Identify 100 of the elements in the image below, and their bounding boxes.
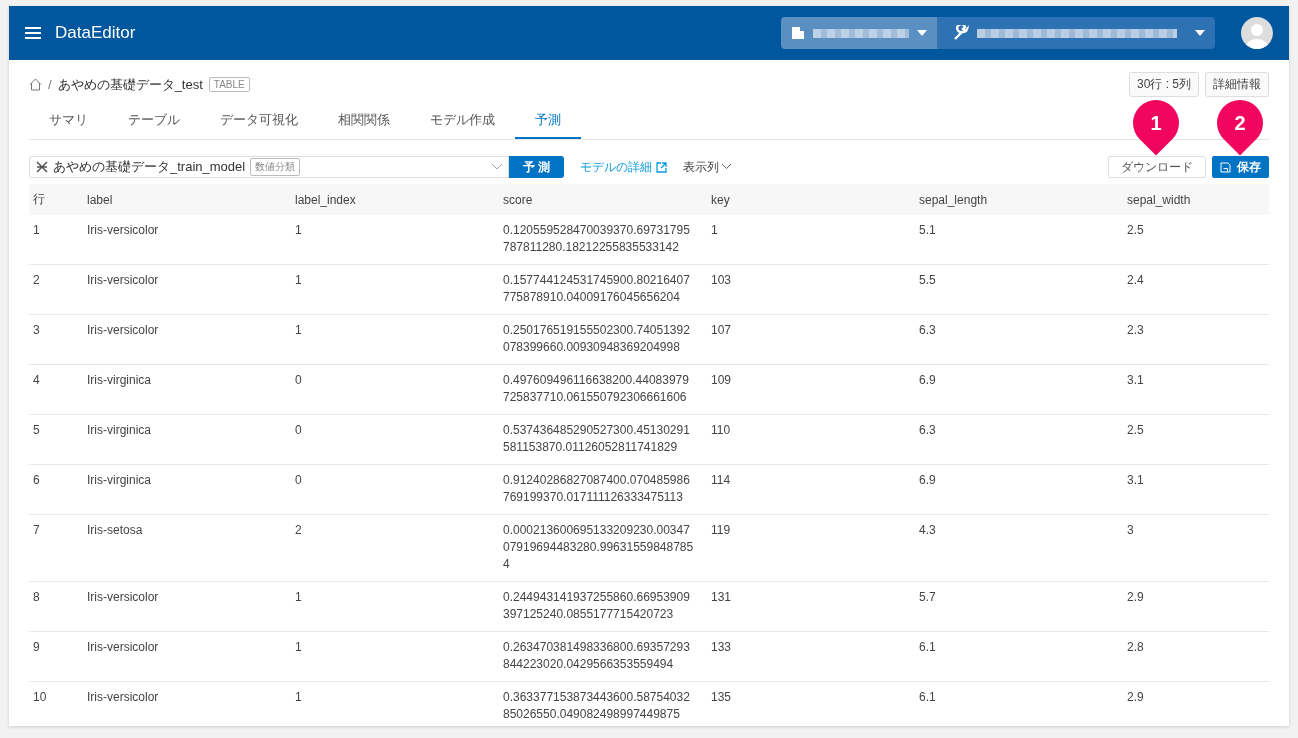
- table-cell: Iris-versicolor: [83, 215, 291, 265]
- table-cell: 3: [29, 314, 83, 365]
- table-cell: 135: [707, 681, 915, 726]
- table-cell: 2: [291, 514, 499, 582]
- table-cell: 5: [29, 414, 83, 465]
- table-cell: 0.250176519155502300.74051392078399660.00930948369204998: [499, 314, 707, 365]
- table-cell: 8: [29, 581, 83, 632]
- table-cell: 2.9: [1123, 681, 1269, 726]
- table-cell: 6.3: [915, 414, 1123, 465]
- table-cell: 0.244943141937255860.66953909397125240.0855177715420723: [499, 581, 707, 632]
- app-title: DataEditor: [55, 23, 136, 43]
- table-cell: 3: [1123, 514, 1269, 582]
- table-cell: 6.9: [915, 364, 1123, 415]
- table-cell: 2.5: [1123, 215, 1269, 265]
- user-avatar[interactable]: [1241, 17, 1273, 49]
- table-cell: 1: [291, 681, 499, 726]
- caret-icon: [1195, 30, 1205, 36]
- table-cell: Iris-versicolor: [83, 314, 291, 365]
- column-header: score: [499, 184, 707, 215]
- table-cell: 107: [707, 314, 915, 365]
- table-cell: 0.000213600695133209230.0034707919694483280.996315598487854: [499, 514, 707, 582]
- column-header: sepal_width: [1123, 184, 1269, 215]
- table-type-tag: TABLE: [208, 77, 250, 92]
- table-cell: Iris-versicolor: [83, 681, 291, 726]
- table-cell: Iris-virginica: [83, 414, 291, 465]
- wrench-icon: [953, 25, 969, 41]
- home-icon[interactable]: [29, 78, 42, 91]
- table-cell: 109: [707, 364, 915, 415]
- table-cell: 110: [707, 414, 915, 465]
- table-cell: 4: [29, 364, 83, 415]
- tab[interactable]: データ可視化: [200, 103, 318, 139]
- building-icon: [791, 26, 805, 40]
- table-cell: 0.157744124531745900.80216407775878910.04009176045656204: [499, 264, 707, 315]
- table-cell: Iris-virginica: [83, 464, 291, 515]
- table-cell: 1: [291, 314, 499, 365]
- table-cell: 6.9: [915, 464, 1123, 515]
- table-cell: 10: [29, 681, 83, 726]
- table-cell: 7: [29, 514, 83, 582]
- table-cell: 1: [291, 581, 499, 632]
- tab[interactable]: 相関関係: [318, 103, 410, 139]
- column-header: 行: [29, 184, 83, 215]
- menu-icon[interactable]: [25, 27, 41, 39]
- column-header: label_index: [291, 184, 499, 215]
- column-header: key: [707, 184, 915, 215]
- project-selector[interactable]: [937, 17, 1215, 49]
- table-cell: Iris-setosa: [83, 514, 291, 582]
- table-cell: Iris-versicolor: [83, 581, 291, 632]
- breadcrumb-separator: /: [48, 77, 52, 92]
- table-cell: 103: [707, 264, 915, 315]
- columns-menu[interactable]: 表示列: [683, 158, 732, 176]
- table-cell: 2.9: [1123, 581, 1269, 632]
- tab[interactable]: 予測: [515, 103, 581, 139]
- chevron-down-icon: [492, 164, 502, 170]
- table-cell: 2.8: [1123, 631, 1269, 682]
- table-cell: 0.91240286827087400.070485986769199370.017111126333475113: [499, 464, 707, 515]
- table-cell: Iris-versicolor: [83, 631, 291, 682]
- table-cell: 4.3: [915, 514, 1123, 582]
- organization-selector[interactable]: [781, 17, 937, 49]
- table-cell: 2: [29, 264, 83, 315]
- download-button[interactable]: ダウンロード: [1108, 156, 1206, 178]
- table-cell: 0: [291, 464, 499, 515]
- caret-icon: [917, 30, 927, 36]
- table-cell: 119: [707, 514, 915, 582]
- table-cell: 1: [291, 631, 499, 682]
- predict-button[interactable]: 予 測: [509, 156, 565, 178]
- row-column-count: 30行 : 5列: [1128, 72, 1199, 97]
- table-cell: 0: [291, 364, 499, 415]
- chevron-down-icon[interactable]: [722, 164, 732, 170]
- table-cell: 131: [707, 581, 915, 632]
- tab[interactable]: モデル作成: [410, 103, 515, 139]
- model-type-tag: 数値分類: [250, 158, 301, 176]
- model-name: あやめの基礎データ_train_model: [53, 158, 246, 176]
- table-cell: 6.3: [915, 314, 1123, 365]
- external-link-icon[interactable]: [656, 161, 668, 173]
- table-cell: 1: [291, 215, 499, 265]
- tab[interactable]: サマリ: [29, 103, 108, 139]
- column-header: label: [83, 184, 291, 215]
- model-select[interactable]: あやめの基礎データ_train_model 数値分類: [29, 156, 509, 178]
- table-cell: 133: [707, 631, 915, 682]
- tab[interactable]: テーブル: [108, 103, 200, 139]
- table-cell: Iris-virginica: [83, 364, 291, 415]
- table-cell: 0.537436485290527300.45130291581153870.01126052811741829: [499, 414, 707, 465]
- table-cell: 3.1: [1123, 364, 1269, 415]
- column-header: sepal_length: [915, 184, 1123, 215]
- table-cell: 0.497609496116638200.44083979725837710.061550792306661606: [499, 364, 707, 415]
- table-cell: 114: [707, 464, 915, 515]
- table-cell: 0: [291, 414, 499, 465]
- table-cell: 1: [291, 264, 499, 315]
- table-cell: 3.1: [1123, 464, 1269, 515]
- save-button[interactable]: 保存: [1212, 156, 1269, 178]
- details-button[interactable]: 詳細情報: [1205, 72, 1269, 97]
- table-cell: 5.1: [915, 215, 1123, 265]
- table-name: あやめの基礎データ_test: [57, 75, 203, 94]
- table-cell: 0.120559528470039370.69731795787811280.18212255835533142: [499, 215, 707, 265]
- table-cell: 2.3: [1123, 314, 1269, 365]
- table-cell: 1: [707, 215, 915, 265]
- table-cell: 5.7: [915, 581, 1123, 632]
- table-cell: Iris-versicolor: [83, 264, 291, 315]
- table-cell: 2.4: [1123, 264, 1269, 315]
- network-icon: [36, 161, 48, 173]
